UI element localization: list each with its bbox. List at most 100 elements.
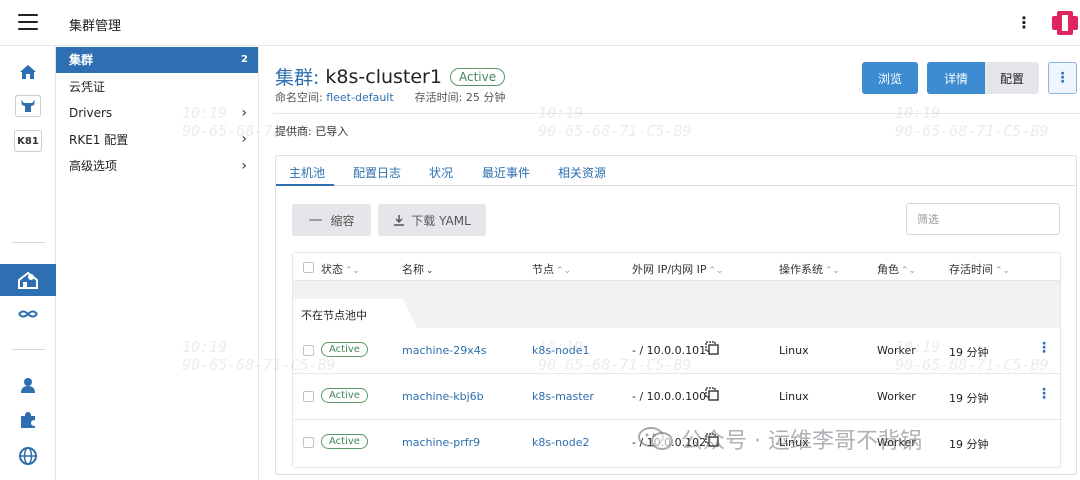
copy-icon[interactable] xyxy=(705,387,719,401)
sort-icon: ⌃⌄ xyxy=(708,266,724,276)
row-checkbox[interactable] xyxy=(303,345,314,356)
row-checkbox[interactable] xyxy=(303,437,314,448)
rail-divider-2 xyxy=(12,349,45,350)
fleet-icon xyxy=(18,310,38,318)
os-value: Linux xyxy=(779,344,809,357)
more-actions-button[interactable]: ⋮ xyxy=(1048,62,1077,94)
copy-icon[interactable] xyxy=(705,341,719,355)
scale-down-label: 缩容 xyxy=(330,213,355,228)
namespace-label: 命名空间: xyxy=(275,91,323,104)
extensions-rail-item[interactable] xyxy=(0,411,56,429)
globe-icon xyxy=(19,447,37,465)
filter-input[interactable]: 筛选 xyxy=(906,203,1060,235)
select-all-checkbox[interactable] xyxy=(303,262,314,273)
col-age[interactable]: 存活时间 ⌃⌄ xyxy=(949,261,1010,277)
col-node[interactable]: 节点 ⌃⌄ xyxy=(532,261,571,277)
fleet-rail-item[interactable] xyxy=(0,306,56,322)
row-checkbox[interactable] xyxy=(303,391,314,402)
tab-provisioning-log[interactable]: 配置日志 xyxy=(353,164,401,181)
chevron-right-icon: › xyxy=(241,131,247,148)
icon-rail: K81 xyxy=(0,46,56,480)
cluster-badge: K81 xyxy=(14,130,42,152)
sort-desc-icon: ⌄ xyxy=(426,266,434,276)
cluster-name: k8s-cluster1 xyxy=(325,65,442,88)
bull-logo-icon xyxy=(15,95,41,117)
main-content: 集群: k8s-cluster1 Active 命名空间: fleet-defa… xyxy=(259,46,1080,480)
provider-label: 提供商: xyxy=(275,125,312,138)
tab-bar: 主机池 配置日志 状况 最近事件 相关资源 xyxy=(276,156,1076,186)
puzzle-icon xyxy=(21,412,35,428)
details-button[interactable]: 详情 xyxy=(927,62,985,94)
cluster-management-rail-item[interactable] xyxy=(0,264,56,296)
uptime-label: 存活时间: xyxy=(414,91,463,104)
brand-logo-icon xyxy=(1052,11,1078,35)
sort-icon: ⌃⌄ xyxy=(901,266,917,276)
chevron-right-icon: › xyxy=(241,104,247,121)
title-prefix[interactable]: 集群: xyxy=(275,63,319,90)
role-value: Worker xyxy=(877,344,916,357)
footer-watermark-text: 公众号 · 运维李哥不背锅 xyxy=(681,429,922,454)
machine-name-link[interactable]: machine-29x4s xyxy=(402,344,486,357)
tab-related-resources[interactable]: 相关资源 xyxy=(558,164,606,181)
cluster-meta: 命名空间: fleet-default 存活时间: 25 分钟 xyxy=(275,89,505,105)
page-header-title: 集群管理 xyxy=(69,19,122,34)
download-yaml-label: 下载 YAML xyxy=(411,213,471,228)
table-row[interactable]: Active machine-29x4s k8s-node1 - / 10.0.… xyxy=(293,328,1060,374)
user-rail-item[interactable] xyxy=(0,376,56,394)
download-yaml-button[interactable]: 下载 YAML xyxy=(378,204,486,236)
node-link[interactable]: k8s-node1 xyxy=(532,344,590,357)
machine-name-link[interactable]: machine-kbj6b xyxy=(402,390,484,403)
sidebar-item-rke1-config[interactable]: RKE1 配置 › xyxy=(56,126,258,153)
sidebar-item-drivers[interactable]: Drivers › xyxy=(56,100,258,127)
tab-machine-pools[interactable]: 主机池 xyxy=(289,164,325,181)
row-status-badge: Active xyxy=(321,434,368,449)
col-ip[interactable]: 外网 IP/内网 IP ⌃⌄ xyxy=(632,261,724,277)
sidebar-item-cloud-credentials[interactable]: 云凭证 xyxy=(56,73,258,100)
provider-value: 已导入 xyxy=(315,125,349,138)
home-icon xyxy=(20,65,36,79)
sidebar-item-clusters[interactable]: 集群 2 xyxy=(56,46,258,73)
config-button[interactable]: 配置 xyxy=(985,62,1039,94)
globe-rail-item[interactable] xyxy=(0,446,56,466)
row-status-badge: Active xyxy=(321,342,368,357)
chevron-right-icon: › xyxy=(241,157,247,174)
sidebar-item-advanced[interactable]: 高级选项 › xyxy=(56,153,258,180)
status-badge: Active xyxy=(449,67,506,86)
table-row[interactable]: Active machine-kbj6b k8s-master - / 10.0… xyxy=(293,374,1060,420)
tab-recent-events[interactable]: 最近事件 xyxy=(482,164,530,181)
row-actions-icon[interactable]: ⋮ xyxy=(1037,340,1051,356)
top-bar: 集群管理 ⋮ xyxy=(0,0,1080,46)
uptime-value: 25 分钟 xyxy=(465,91,506,104)
row-actions-icon[interactable]: ⋮ xyxy=(1037,386,1051,402)
node-link[interactable]: k8s-master xyxy=(532,390,594,403)
tab-conditions[interactable]: 状况 xyxy=(429,164,453,181)
group-label: 不在节点池中 xyxy=(293,299,417,328)
sort-icon: ⌃⌄ xyxy=(825,266,841,276)
sort-icon: ⌃⌄ xyxy=(556,266,572,276)
rail-divider xyxy=(12,242,45,243)
k81-rail-item[interactable]: K81 xyxy=(0,129,56,153)
sidebar-item-label: 集群 xyxy=(69,53,94,68)
hamburger-menu-icon[interactable] xyxy=(18,14,38,32)
more-options-icon[interactable]: ⋮ xyxy=(1016,13,1032,32)
col-role[interactable]: 角色 ⌃⌄ xyxy=(877,261,916,277)
col-os[interactable]: 操作系统 ⌃⌄ xyxy=(779,261,840,277)
home-rail-item[interactable] xyxy=(0,62,56,82)
footer-watermark: 公众号 · 运维李哥不背锅 xyxy=(637,423,922,455)
cluster-home-icon xyxy=(18,271,38,289)
sort-icon: ⌃⌄ xyxy=(995,266,1011,276)
col-state[interactable]: 状态 ⌃⌄ xyxy=(321,261,360,277)
sort-icon: ⌃⌄ xyxy=(345,266,361,276)
cluster-title: 集群: k8s-cluster1 Active xyxy=(275,63,506,90)
scale-down-button[interactable]: — 缩容 xyxy=(292,204,371,236)
machine-name-link[interactable]: machine-prfr9 xyxy=(402,436,480,449)
age-value: 19 分钟 xyxy=(949,392,989,405)
sidebar-item-label: Drivers xyxy=(69,105,113,120)
namespace-link[interactable]: fleet-default xyxy=(326,91,393,104)
col-name[interactable]: 名称 ⌄ xyxy=(402,261,434,277)
browse-button[interactable]: 浏览 xyxy=(862,62,918,94)
node-link[interactable]: k8s-node2 xyxy=(532,436,590,449)
bull-rail-item[interactable] xyxy=(0,94,56,118)
download-icon xyxy=(394,215,405,226)
provider-info: 提供商: 已导入 xyxy=(275,123,348,139)
